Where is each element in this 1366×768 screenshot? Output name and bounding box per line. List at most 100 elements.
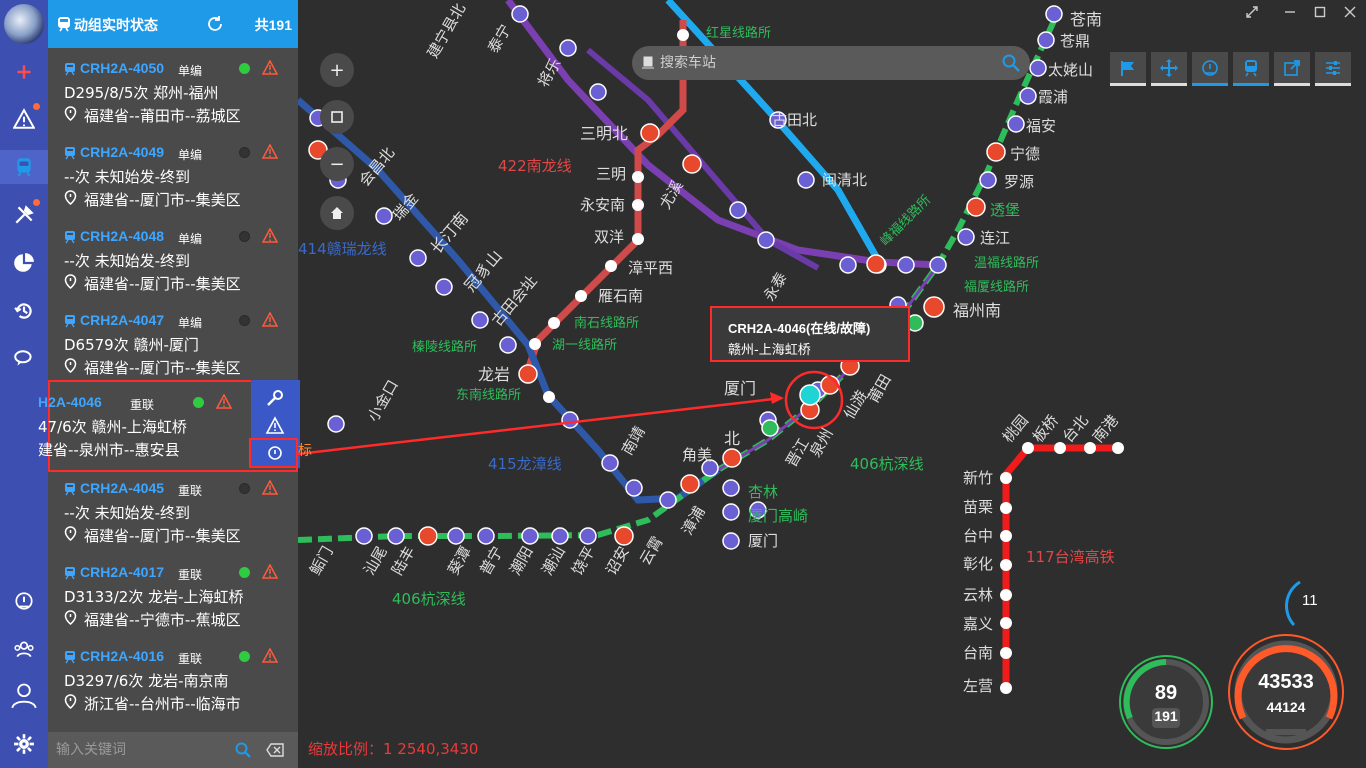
history-nav[interactable] <box>0 294 48 328</box>
search-icon[interactable] <box>235 742 251 758</box>
train-location: 福建省--厦门市--集美区 <box>84 275 241 293</box>
flag-tool[interactable] <box>1110 52 1146 86</box>
rail-map[interactable]: + − 苍南 苍鼎 太姥山 霞浦 福安 宁德 罗源 透堡 连江 福州南 三明北 <box>298 0 1366 768</box>
station-label: 苍南 <box>1070 10 1103 29</box>
clear-icon[interactable] <box>266 743 284 757</box>
zoom-out-button[interactable]: − <box>320 147 354 181</box>
train-mode: 重联 <box>130 398 155 412</box>
warning-icon[interactable] <box>262 60 278 75</box>
close-icon[interactable] <box>1344 6 1356 18</box>
station-label: 透堡 <box>990 201 1021 219</box>
station-label: 杏林 <box>748 483 779 501</box>
train-route: D6579次 赣州-厦门 <box>64 336 199 354</box>
train-mode: 重联 <box>178 568 203 582</box>
tools-icon <box>15 205 34 224</box>
line-label: 406杭深线 <box>850 455 924 473</box>
statistics-nav[interactable] <box>0 246 48 280</box>
train-route: D295/8/5次 郑州-福州 <box>64 84 219 102</box>
train-icon <box>58 17 70 32</box>
train-list-item[interactable]: CRH2A-4048 单编 --次 未知始发-终到 福建省--厦门市--集美区 <box>48 216 298 300</box>
move-tool[interactable] <box>1151 52 1187 86</box>
train-icon <box>65 231 75 244</box>
warning-icon[interactable] <box>262 648 278 663</box>
train-icon <box>65 483 75 496</box>
fullscreen-icon[interactable] <box>1246 6 1258 18</box>
train-code: CRH2A-4016 <box>80 648 165 664</box>
maximize-icon[interactable] <box>1314 6 1326 18</box>
messages-nav[interactable] <box>0 342 48 376</box>
train-tooltip: CRH2A-4046(在线/故障) 赣州-上海虹桥 <box>710 306 910 362</box>
warning-icon[interactable] <box>262 144 278 159</box>
train-route: D3297/6次 龙岩-南京南 <box>64 672 229 690</box>
train-icon <box>17 158 31 177</box>
selected-train-marker <box>799 384 821 406</box>
station-label: 双洋 <box>594 228 625 246</box>
train-mode: 单编 <box>178 148 203 162</box>
warning-icon[interactable] <box>262 480 278 495</box>
train-route: D3133/2次 龙岩-上海虹桥 <box>64 588 244 606</box>
train-list-item[interactable]: CRH2A-4047 单编 D6579次 赣州-厦门 福建省--厦门市--集美区 <box>48 300 298 384</box>
gauge-current-value: 43533 <box>1258 671 1314 693</box>
station-label: 太姥山 <box>1048 61 1094 79</box>
train-route: --次 未知始发-终到 <box>64 504 191 522</box>
location-pin-icon[interactable] <box>265 444 285 464</box>
user-icon <box>11 683 37 709</box>
minimize-icon[interactable] <box>1284 6 1296 18</box>
square-icon <box>331 111 343 123</box>
warning-icon[interactable] <box>265 416 285 436</box>
line-label: 南石线路所 <box>574 316 640 331</box>
warning-icon[interactable] <box>216 394 232 409</box>
scale-text: 缩放比例：1 2540,3430 <box>308 740 479 758</box>
maintenance-nav[interactable] <box>0 198 48 232</box>
zoom-in-button[interactable]: + <box>320 53 354 87</box>
train-tool[interactable] <box>1233 52 1269 86</box>
station-search-input[interactable] <box>660 52 990 74</box>
warning-icon[interactable] <box>262 312 278 327</box>
flag-icon <box>1121 60 1134 76</box>
train-list-item[interactable]: CRH2A-4050 单编 D295/8/5次 郑州-福州 福建省--莆田市--荔城区 <box>48 48 298 132</box>
station-tool[interactable] <box>1192 52 1228 86</box>
add-button[interactable] <box>0 55 48 89</box>
train-list-item[interactable]: CRH2A-4017 重联 D3133/2次 龙岩-上海虹桥 福建省--宁德市--蕉城… <box>48 552 298 636</box>
wrench-icon[interactable] <box>265 388 285 408</box>
train-list: CRH2A-4050 单编 D295/8/5次 郑州-福州 福建省--莆田市--荔城区… <box>38 48 300 732</box>
settings-nav[interactable] <box>0 727 48 761</box>
nav-rail <box>0 0 48 768</box>
train-code: CRH2A-4017 <box>80 564 165 580</box>
move-icon <box>1160 58 1178 77</box>
status-dot <box>239 483 250 494</box>
train-nav[interactable] <box>0 150 48 184</box>
refresh-icon[interactable] <box>206 15 224 33</box>
home-button[interactable] <box>320 196 354 230</box>
warning-icon[interactable] <box>262 564 278 579</box>
profile-nav[interactable] <box>0 678 48 712</box>
station-label: 云林 <box>963 586 994 604</box>
alarm-nav[interactable] <box>0 102 48 136</box>
train-location: 建省--泉州市--惠安县 <box>38 441 180 459</box>
small-counter: 11 <box>1302 592 1318 609</box>
warning-icon[interactable] <box>262 228 278 243</box>
search-icon[interactable] <box>1002 54 1020 72</box>
status-dot <box>239 651 250 662</box>
location-nav[interactable] <box>0 584 48 618</box>
history-icon <box>14 303 32 319</box>
annotation-text: 标 <box>298 443 312 459</box>
train-mode: 单编 <box>178 64 203 78</box>
train-route: --次 未知始发-终到 <box>64 168 191 186</box>
app-logo <box>4 4 44 44</box>
keyword-input[interactable] <box>56 738 236 762</box>
location-pin-icon <box>64 610 77 625</box>
train-list-item[interactable]: CRH2A-4049 单编 --次 未知始发-终到 福建省--厦门市--集美区 <box>48 132 298 216</box>
train-list-item[interactable]: CRH2A-4016 重联 D3297/6次 龙岩-南京南 浙江省--台州市--临海市 <box>48 636 298 720</box>
filter-tool[interactable] <box>1315 52 1351 86</box>
users-nav[interactable] <box>0 632 48 666</box>
train-list-item[interactable]: H2A-4046 重联 47/6次 赣州-上海虹桥 建省--泉州市--惠安县 <box>38 380 300 472</box>
fit-view-button[interactable] <box>320 100 354 134</box>
train-list-item[interactable]: CRH2A-4045 重联 --次 未知始发-终到 福建省--厦门市--集美区 <box>48 468 298 552</box>
plus-icon <box>17 65 31 79</box>
train-mode: 单编 <box>178 316 203 330</box>
location-pin-icon <box>64 190 77 205</box>
station-label: 厦门 <box>724 379 757 398</box>
export-tool[interactable] <box>1274 52 1310 86</box>
train-code: CRH2A-4050 <box>80 60 165 76</box>
